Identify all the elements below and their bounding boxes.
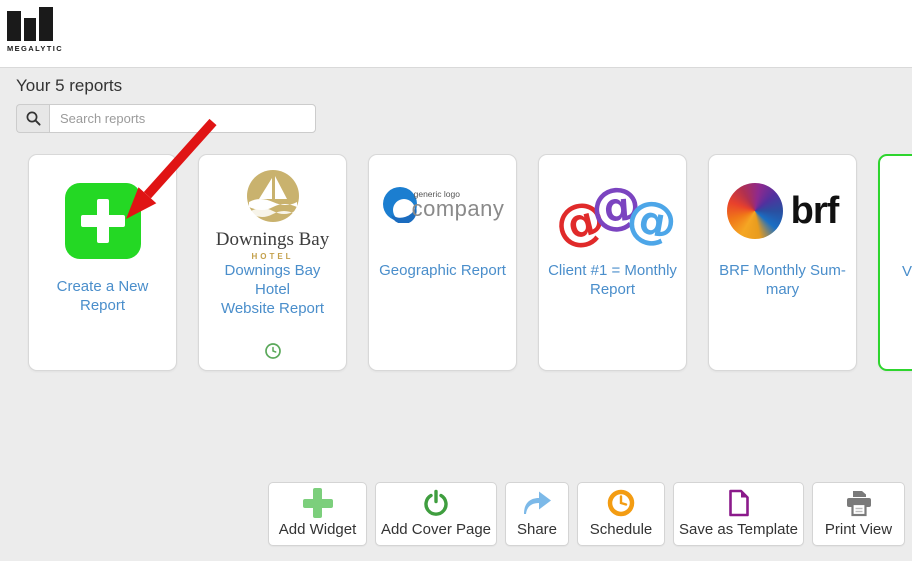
card-brf-monthly-summary[interactable]: brf BRF Monthly Sum- mary [708,154,857,371]
card-selected-partial[interactable]: V [878,154,912,371]
card-label[interactable]: Downings Bay Hotel Website Report [199,261,346,318]
share-button[interactable]: Share [505,482,569,546]
printer-icon [844,487,874,519]
card-label[interactable]: Geographic Report [369,261,516,280]
toolbar: Add Widget Add Cover Page Share [268,482,905,546]
bar-chart-logo-icon [7,5,77,41]
schedule-button[interactable]: Schedule [577,482,665,546]
downings-bay-logo-subtext: HOTEL [199,252,346,261]
report-cards: Create a New Report Downings Bay HOTEL D… [28,154,912,371]
sailboat-circle-icon [246,169,300,223]
megalytic-logo[interactable]: MEGALYTIC [7,5,77,53]
card-label[interactable]: Create a New Report [29,277,176,315]
card-create-new-report[interactable]: Create a New Report [28,154,177,371]
brf-logo-text: brf [791,190,839,233]
brand-name: MEGALYTIC [7,44,77,53]
generic-logo-company: generic logo company [369,185,516,223]
plus-icon [303,487,333,519]
add-widget-button[interactable]: Add Widget [268,482,367,546]
schedule-clock-icon[interactable] [265,343,281,364]
megalytic-app: MEGALYTIC Your 5 reports Create a New Re… [0,0,912,561]
card-client-1-monthly-report[interactable]: @ @ @ Client #1 = Monthly Report [538,154,687,371]
page-title: Your 5 reports [16,76,122,96]
save-as-template-button[interactable]: Save as Template [673,482,804,546]
print-view-button[interactable]: Print View [812,482,905,546]
power-icon [422,487,450,519]
card-label[interactable]: V [880,262,912,281]
card-label[interactable]: BRF Monthly Sum- mary [709,261,856,299]
search-input[interactable] [49,104,316,133]
at-symbols-icon: @ @ @ [539,169,686,259]
card-label[interactable]: Client #1 = Monthly Report [539,261,686,299]
create-report-plus-icon[interactable] [65,183,141,259]
file-icon [727,487,751,519]
search-icon [25,110,42,127]
downings-bay-logo-text: Downings Bay [199,229,346,251]
share-arrow-icon [521,487,553,519]
brf-logo: brf [709,183,856,239]
at-blue-glyph: @ [622,187,681,253]
card-downings-bay-hotel[interactable]: Downings Bay HOTEL Downings Bay Hotel We… [198,154,347,371]
search-button[interactable] [16,104,49,133]
clock-icon [607,487,635,519]
search-bar [16,104,316,133]
generic-logo-big-text: company [412,199,505,219]
mosaic-circle-icon [727,183,783,239]
add-cover-page-button[interactable]: Add Cover Page [375,482,497,546]
app-header: MEGALYTIC [0,0,912,68]
downings-bay-logo: Downings Bay HOTEL [199,169,346,261]
card-geographic-report[interactable]: generic logo company Geographic Report [368,154,517,371]
